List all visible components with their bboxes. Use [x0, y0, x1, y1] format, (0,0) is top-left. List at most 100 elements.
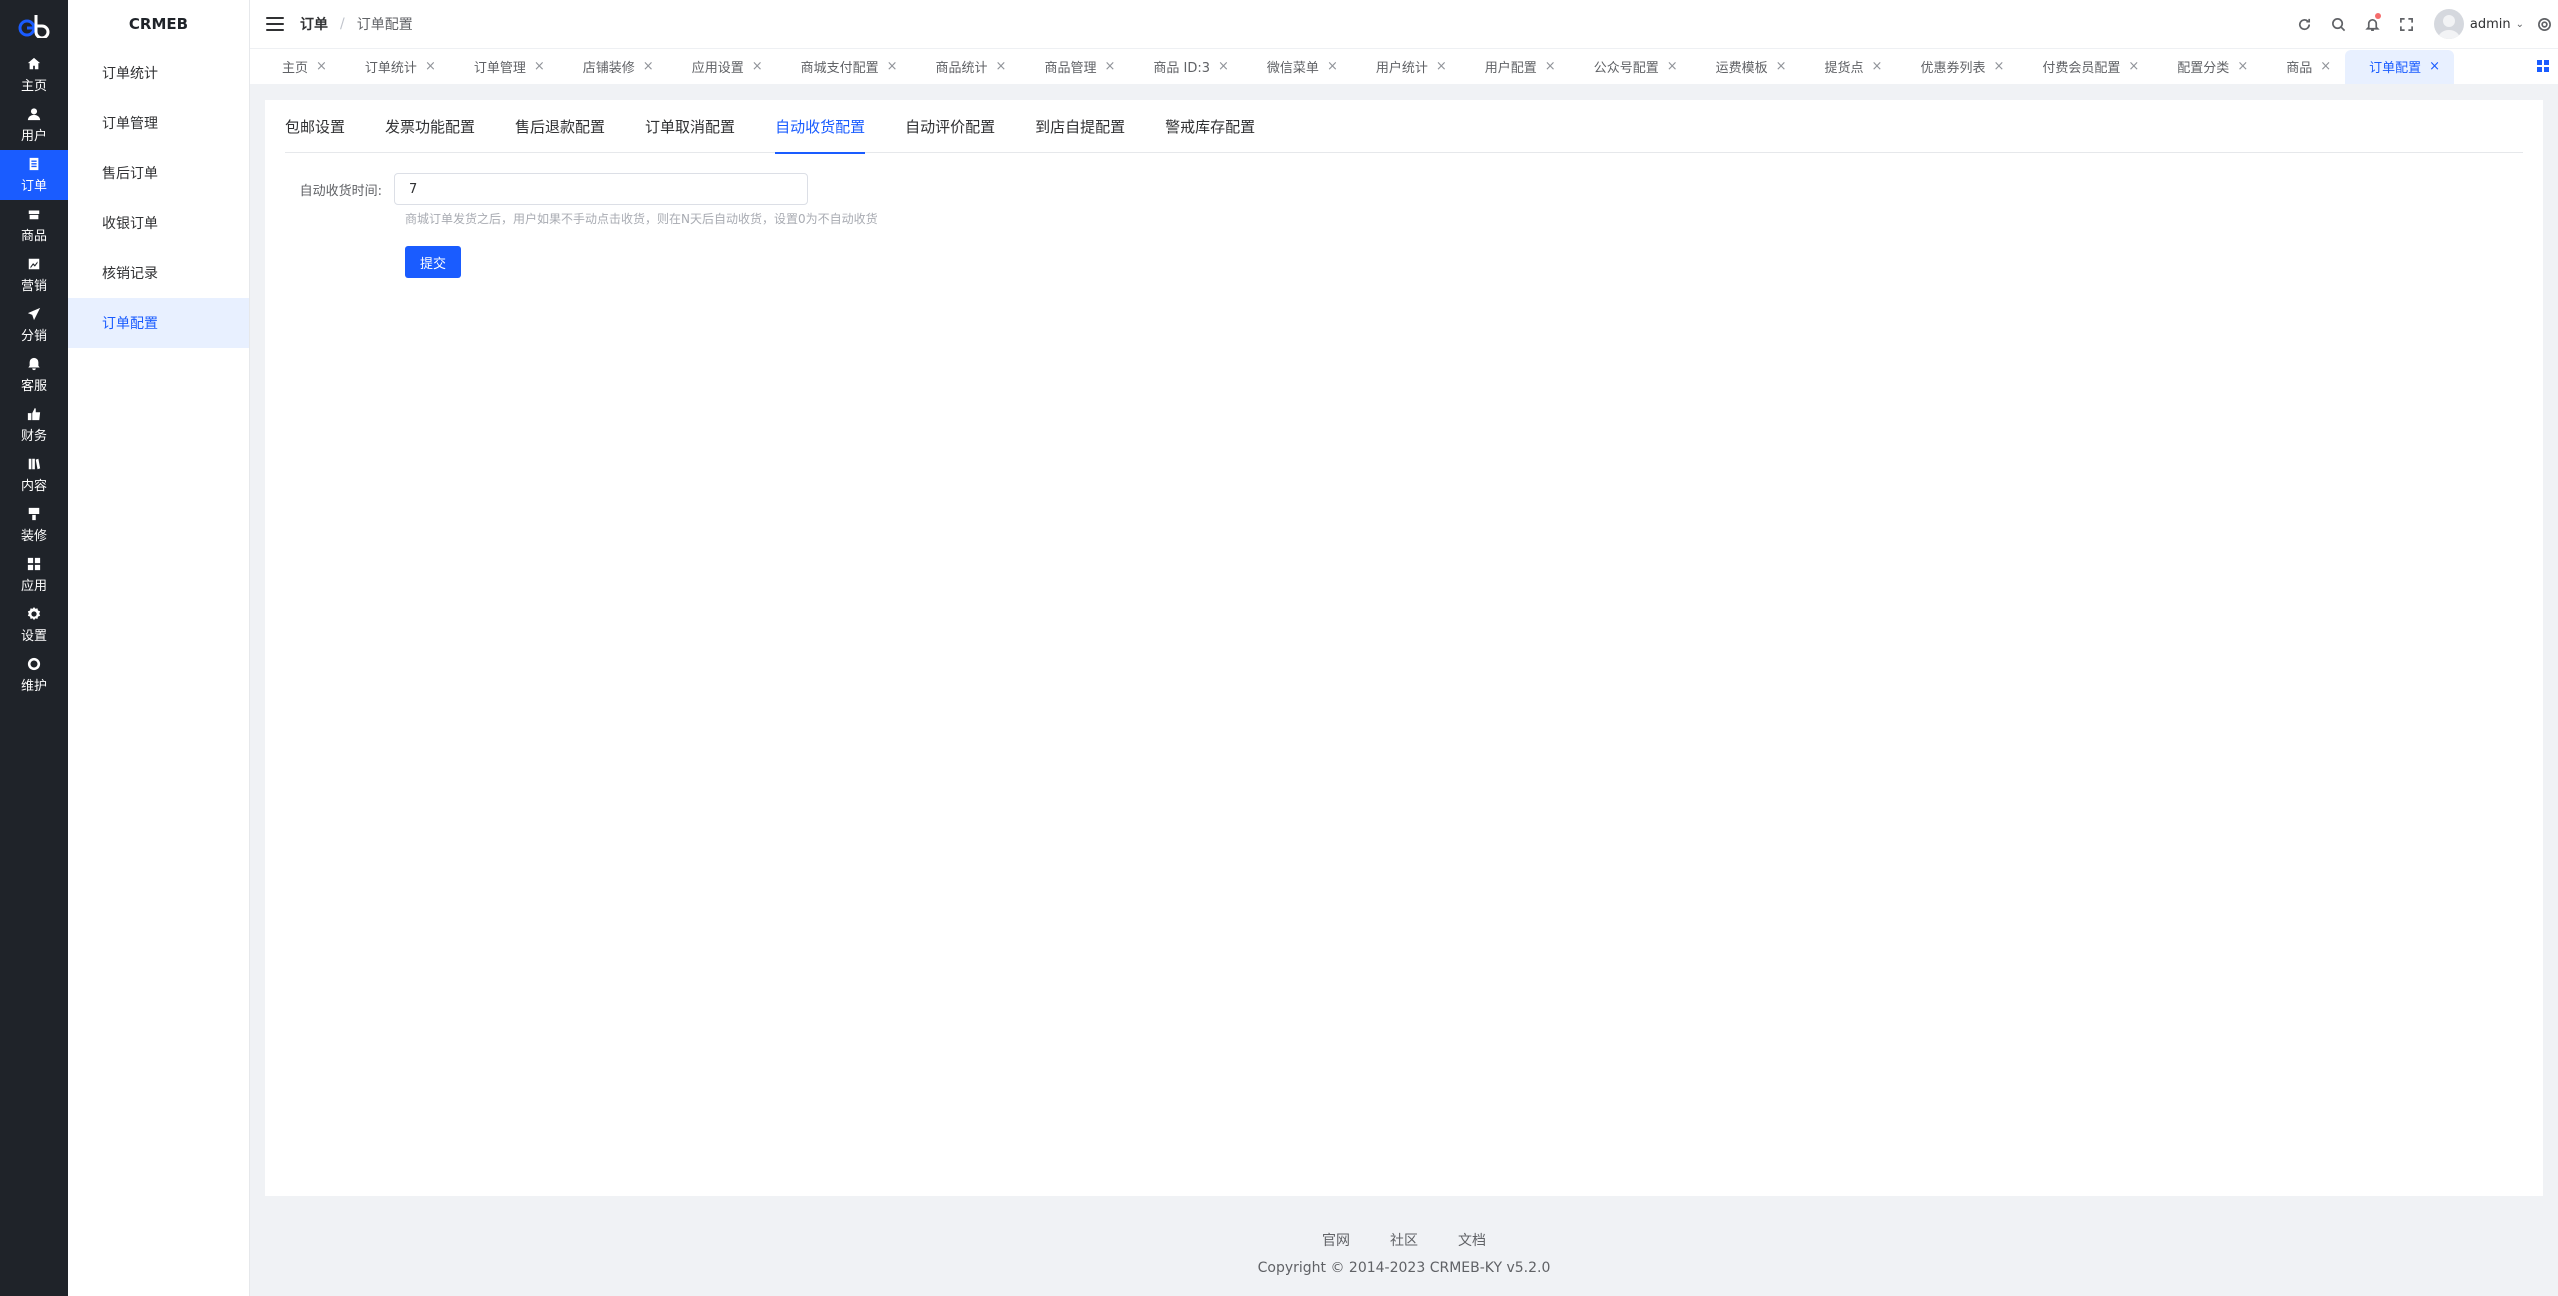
sub-item-after-sales-orders[interactable]: 售后订单 [68, 148, 249, 198]
close-icon[interactable]: × [316, 59, 327, 74]
nav-label: 商品 [20, 229, 47, 244]
tab-product-id[interactable]: 商品 ID:3 × [1129, 50, 1243, 84]
close-icon[interactable]: × [425, 59, 436, 74]
config-tab-stock-alert[interactable]: 警戒库存配置 [1165, 100, 1255, 153]
nav-maintenance[interactable]: 维护 [0, 650, 68, 700]
tab-label: 付费会员配置 [2042, 61, 2121, 76]
nav-label: 设置 [20, 629, 47, 644]
tab-label: 商品管理 [1044, 61, 1097, 76]
tab-store-decoration[interactable]: 店铺装修 × [559, 50, 668, 84]
close-icon[interactable]: × [1872, 59, 1883, 74]
close-icon[interactable]: × [752, 59, 763, 74]
sub-item-order-config[interactable]: 订单配置 [68, 298, 249, 348]
close-icon[interactable]: × [1104, 59, 1115, 74]
close-icon[interactable]: × [2429, 59, 2440, 74]
tab-home[interactable]: 主页 × [258, 50, 341, 84]
breadcrumb-separator: / [340, 16, 345, 32]
tab-order-management[interactable]: 订单管理 × [450, 50, 559, 84]
close-icon[interactable]: × [643, 59, 654, 74]
config-tab-auto-review[interactable]: 自动评价配置 [905, 100, 995, 153]
close-icon[interactable]: × [887, 59, 898, 74]
breadcrumb-level1[interactable]: 订单 [300, 14, 328, 34]
sub-item-verification-records[interactable]: 核销记录 [68, 248, 249, 298]
tab-product[interactable]: 商品 × [2262, 50, 2345, 84]
footer-link-official-site[interactable]: 官网 [1322, 1230, 1350, 1250]
nav-product[interactable]: 商品 [0, 200, 68, 250]
close-icon[interactable]: × [1327, 59, 1338, 74]
tab-coupon-list[interactable]: 优惠券列表 × [1896, 50, 2018, 84]
tab-user-config[interactable]: 用户配置 × [1461, 50, 1570, 84]
page-tabs: 主页 × 订单统计 × 订单管理 × 店铺装修 × 应用设置 × 商城支付配置 × 商品统计… [250, 48, 2558, 84]
footer-link-community[interactable]: 社区 [1390, 1230, 1418, 1250]
tab-label: 用户配置 [1484, 61, 1537, 76]
nav-user[interactable]: 用户 [0, 100, 68, 150]
refresh-icon[interactable] [2288, 0, 2322, 48]
tab-order-config[interactable]: 订单配置 × [2345, 49, 2455, 84]
tab-label: 提货点 [1824, 61, 1864, 76]
nav-marketing[interactable]: 营销 [0, 250, 68, 300]
tab-label: 优惠券列表 [1920, 61, 1986, 76]
tab-user-stats[interactable]: 用户统计 × [1352, 50, 1461, 84]
close-icon[interactable]: × [1776, 59, 1787, 74]
chevron-down-icon[interactable]: ⌄ [2516, 19, 2524, 30]
tab-paid-member-config[interactable]: 付费会员配置 × [2018, 50, 2153, 84]
tab-shipping-template[interactable]: 运费模板 × [1692, 50, 1801, 84]
close-icon[interactable]: × [1436, 59, 1447, 74]
close-icon[interactable]: × [1993, 59, 2004, 74]
avatar[interactable] [2433, 9, 2464, 39]
close-icon[interactable]: × [1667, 59, 1678, 74]
nav-decoration[interactable]: 装修 [0, 500, 68, 550]
search-icon[interactable] [2322, 0, 2356, 48]
config-tab-free-shipping[interactable]: 包邮设置 [285, 100, 345, 153]
nav-label: 营销 [20, 279, 47, 294]
sub-item-order-stats[interactable]: 订单统计 [68, 48, 249, 98]
nav-content[interactable]: 内容 [0, 450, 68, 500]
tab-order-stats[interactable]: 订单统计 × [341, 50, 450, 84]
config-tab-store-pickup[interactable]: 到店自提配置 [1035, 100, 1125, 153]
footer-link-docs[interactable]: 文档 [1458, 1230, 1486, 1250]
config-tab-invoice[interactable]: 发票功能配置 [385, 100, 475, 153]
tab-label: 微信菜单 [1266, 61, 1319, 76]
tab-official-account-config[interactable]: 公众号配置 × [1570, 50, 1692, 84]
nav-settings[interactable]: 设置 [0, 600, 68, 650]
close-icon[interactable]: × [534, 59, 545, 74]
sub-item-cashier-orders[interactable]: 收银订单 [68, 198, 249, 248]
config-tab-order-cancel[interactable]: 订单取消配置 [645, 100, 735, 153]
tab-product-management[interactable]: 商品管理 × [1020, 50, 1129, 84]
tab-app-settings[interactable]: 应用设置 × [668, 50, 777, 84]
auto-receive-days-input[interactable] [394, 173, 808, 205]
tab-product-stats[interactable]: 商品统计 × [912, 50, 1021, 84]
tabs-grid-icon[interactable] [2536, 59, 2550, 73]
submit-button[interactable]: 提交 [405, 246, 461, 278]
tab-label: 商品 [2286, 61, 2313, 76]
nav-apps[interactable]: 应用 [0, 550, 68, 600]
footer: 官网 社区 文档 Copyright © 2014-2023 CRMEB-KY … [250, 1196, 2558, 1296]
nav-label: 用户 [20, 129, 47, 144]
tab-payment-config[interactable]: 商城支付配置 × [777, 50, 912, 84]
tab-pickup-point[interactable]: 提货点 × [1801, 50, 1897, 84]
fullscreen-icon[interactable] [2390, 0, 2424, 48]
tab-config-category[interactable]: 配置分类 × [2153, 50, 2262, 84]
nav-order[interactable]: 订单 [0, 150, 68, 200]
nav-distribution[interactable]: 分销 [0, 300, 68, 350]
config-tab-refund[interactable]: 售后退款配置 [515, 100, 605, 153]
nav-home[interactable]: 主页 [0, 50, 68, 100]
brand-name: CRMEB [128, 15, 189, 33]
notification-bell-icon[interactable] [2356, 0, 2390, 48]
config-tab-auto-receive[interactable]: 自动收货配置 [775, 100, 866, 154]
nav-finance[interactable]: 财务 [0, 400, 68, 450]
close-icon[interactable]: × [1545, 59, 1556, 74]
logo[interactable] [0, 0, 68, 50]
sub-item-order-management[interactable]: 订单管理 [68, 98, 249, 148]
close-icon[interactable]: × [1218, 59, 1229, 74]
close-icon[interactable]: × [2128, 59, 2139, 74]
close-icon[interactable]: × [2237, 59, 2248, 74]
close-icon[interactable]: × [2320, 59, 2331, 74]
gear-icon[interactable] [2534, 0, 2554, 48]
nav-customer-service[interactable]: 客服 [0, 350, 68, 400]
nav-label: 分销 [20, 329, 47, 344]
tab-wechat-menu[interactable]: 微信菜单 × [1243, 50, 1352, 84]
username[interactable]: admin [2470, 17, 2511, 32]
menu-toggle-icon[interactable] [266, 17, 284, 31]
close-icon[interactable]: × [996, 59, 1007, 74]
